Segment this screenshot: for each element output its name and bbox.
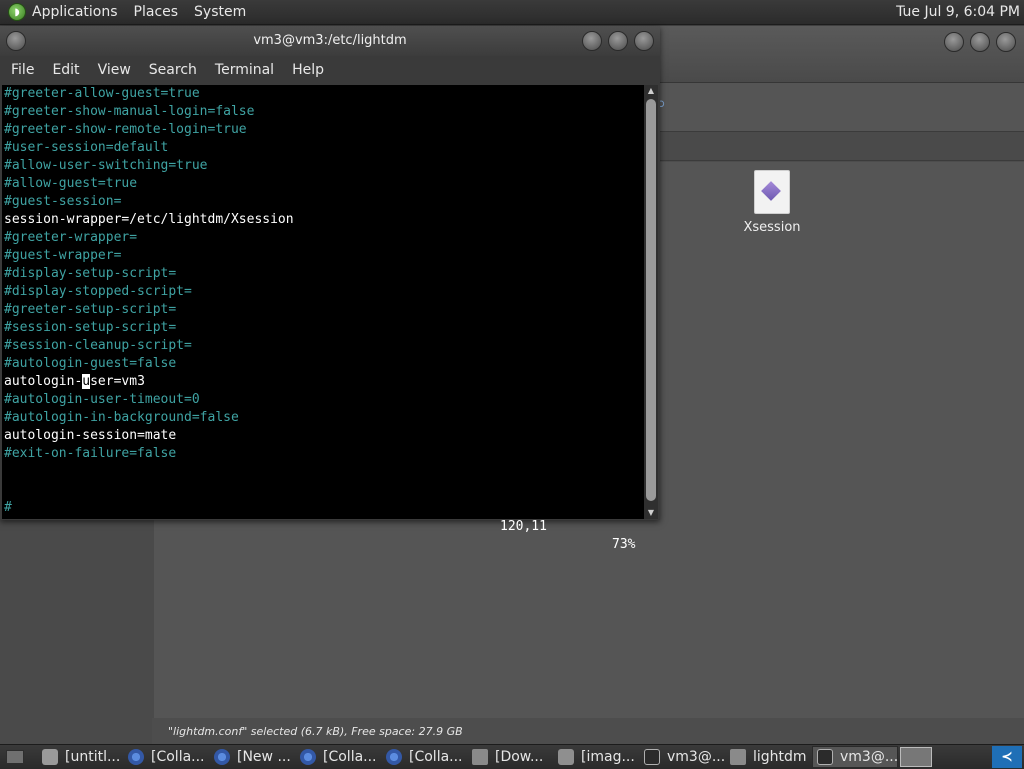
terminal-line: #allow-user-switching=true: [4, 158, 208, 173]
term-icon: [817, 749, 833, 765]
term-icon: [644, 749, 660, 765]
doc-icon: [42, 749, 58, 765]
terminal-line: #session-setup-script=: [4, 320, 177, 335]
show-desktop-button[interactable]: [6, 750, 24, 764]
scroll-down-arrow-icon[interactable]: ▼: [644, 507, 658, 519]
taskbar-task[interactable]: [Dow...: [468, 746, 554, 768]
script-file-icon: [754, 170, 790, 214]
file-manager-statusbar: "lightdm.conf" selected (6.7 kB), Free s…: [152, 718, 1024, 744]
terminal-scrollbar[interactable]: ▲ ▼: [644, 85, 658, 519]
minimize-button[interactable]: [582, 31, 602, 51]
terminal-line: autologin-session=mate: [4, 428, 177, 443]
terminal-line: #guest-session=: [4, 194, 122, 209]
terminal-line: session-wrapper=/etc/lightdm/Xsession: [4, 212, 294, 227]
terminal-title: vm3@vm3:/etc/lightdm: [253, 33, 407, 48]
terminal-line: #greeter-show-remote-login=true: [4, 122, 247, 137]
file-label: Xsession: [743, 220, 801, 235]
cursor-position: 120,11: [500, 519, 547, 534]
taskbar-task[interactable]: lightdm: [726, 746, 812, 768]
menu-help[interactable]: Help: [292, 62, 324, 78]
chrome-icon: [300, 749, 316, 765]
text-cursor: u: [82, 374, 91, 389]
workspace-switcher[interactable]: [900, 747, 932, 767]
clock[interactable]: Tue Jul 9, 6:04 PM: [896, 4, 1020, 20]
line-text-before-cursor: autologin-: [4, 374, 83, 389]
taskbar-task[interactable]: [untitl...: [38, 746, 124, 768]
chrome-icon: [128, 749, 144, 765]
menu-edit[interactable]: Edit: [52, 62, 79, 78]
terminal-line: #display-setup-script=: [4, 266, 177, 281]
task-label: [Colla...: [323, 749, 377, 765]
taskbar-task[interactable]: [Colla...: [296, 746, 382, 768]
terminal-line: #display-stopped-script=: [4, 284, 192, 299]
terminal-line: #exit-on-failure=false: [4, 446, 177, 461]
taskbar-task[interactable]: [New ...: [210, 746, 296, 768]
line-text-after-cursor: ser=vm3: [90, 374, 145, 389]
menu-search[interactable]: Search: [149, 62, 197, 78]
taskbar-task[interactable]: [Colla...: [382, 746, 468, 768]
menu-terminal[interactable]: Terminal: [215, 62, 274, 78]
top-panel: ◗ Applications Places System Tue Jul 9, …: [0, 0, 1024, 25]
chrome-icon: [386, 749, 402, 765]
terminal-line: #autologin-in-background=false: [4, 410, 239, 425]
task-label: vm3@...: [667, 749, 726, 765]
applications-menu[interactable]: Applications: [32, 4, 118, 20]
terminal-line: #greeter-show-manual-login=false: [4, 104, 255, 119]
scrollbar-thumb[interactable]: [646, 99, 656, 501]
terminal-line: autologin-user=vm3: [4, 373, 642, 391]
taskbar: [untitl... [Colla... [New ... [Colla... [Col…: [0, 744, 1024, 769]
mate-logo-icon[interactable]: ◗: [8, 3, 26, 21]
terminal-line: #greeter-setup-script=: [4, 302, 177, 317]
chrome-icon: [214, 749, 230, 765]
close-button[interactable]: [996, 32, 1016, 52]
task-label: lightdm: [753, 749, 807, 765]
img-icon: [558, 749, 574, 765]
panel-menu: ◗ Applications Places System: [0, 3, 262, 21]
terminal-line: #allow-guest=true: [4, 176, 138, 191]
terminal-line: #autologin-user-timeout=0: [4, 392, 200, 407]
maximize-button[interactable]: [970, 32, 990, 52]
terminal-line: #greeter-allow-guest=true: [4, 86, 200, 101]
file-manager-window-controls: [944, 32, 1016, 52]
terminal-titlebar[interactable]: vm3@vm3:/etc/lightdm: [0, 26, 660, 56]
taskbar-task[interactable]: vm3@...: [812, 746, 898, 768]
task-label: [imag...: [581, 749, 635, 765]
taskbar-task[interactable]: [Colla...: [124, 746, 210, 768]
maximize-button[interactable]: [608, 31, 628, 51]
menu-view[interactable]: View: [98, 62, 131, 78]
terminal-menubar: File Edit View Search Terminal Help: [0, 56, 660, 84]
terminal-line: #session-cleanup-script=: [4, 338, 192, 353]
task-label: [Colla...: [409, 749, 463, 765]
taskbar-task[interactable]: [imag...: [554, 746, 640, 768]
terminal-window: vm3@vm3:/etc/lightdm File Edit View Sear…: [0, 26, 660, 552]
minimize-button[interactable]: [944, 32, 964, 52]
terminal-line: #greeter-wrapper=: [4, 230, 138, 245]
task-label: [untitl...: [65, 749, 121, 765]
terminal-line: #user-session=default: [4, 140, 169, 155]
vscode-tray-icon[interactable]: ≺: [992, 746, 1022, 768]
task-label: [New ...: [237, 749, 291, 765]
file-item-xsession[interactable]: Xsession: [732, 170, 812, 235]
taskbar-task[interactable]: vm3@...: [640, 746, 726, 768]
terminal-line: #guest-wrapper=: [4, 248, 122, 263]
system-menu[interactable]: System: [194, 4, 246, 20]
terminal-line: #autologin-guest=false: [4, 356, 177, 371]
folder-icon: [730, 749, 746, 765]
task-label: vm3@...: [840, 749, 898, 765]
places-menu[interactable]: Places: [134, 4, 179, 20]
close-button[interactable]: [634, 31, 654, 51]
folder-icon: [472, 749, 488, 765]
task-label: [Dow...: [495, 749, 544, 765]
menu-file[interactable]: File: [11, 62, 34, 78]
terminal-lines: #greeter-allow-guest=true #greeter-show-m…: [4, 85, 642, 517]
scroll-up-arrow-icon[interactable]: ▲: [644, 85, 658, 97]
task-list: [untitl... [Colla... [New ... [Colla... [Col…: [38, 746, 898, 768]
vim-statusline: 120,11 73%: [4, 500, 642, 552]
terminal-window-controls: [582, 31, 654, 51]
scroll-percent: 73%: [612, 537, 636, 552]
terminal-screen[interactable]: #greeter-allow-guest=true #greeter-show-m…: [2, 85, 644, 552]
task-label: [Colla...: [151, 749, 205, 765]
